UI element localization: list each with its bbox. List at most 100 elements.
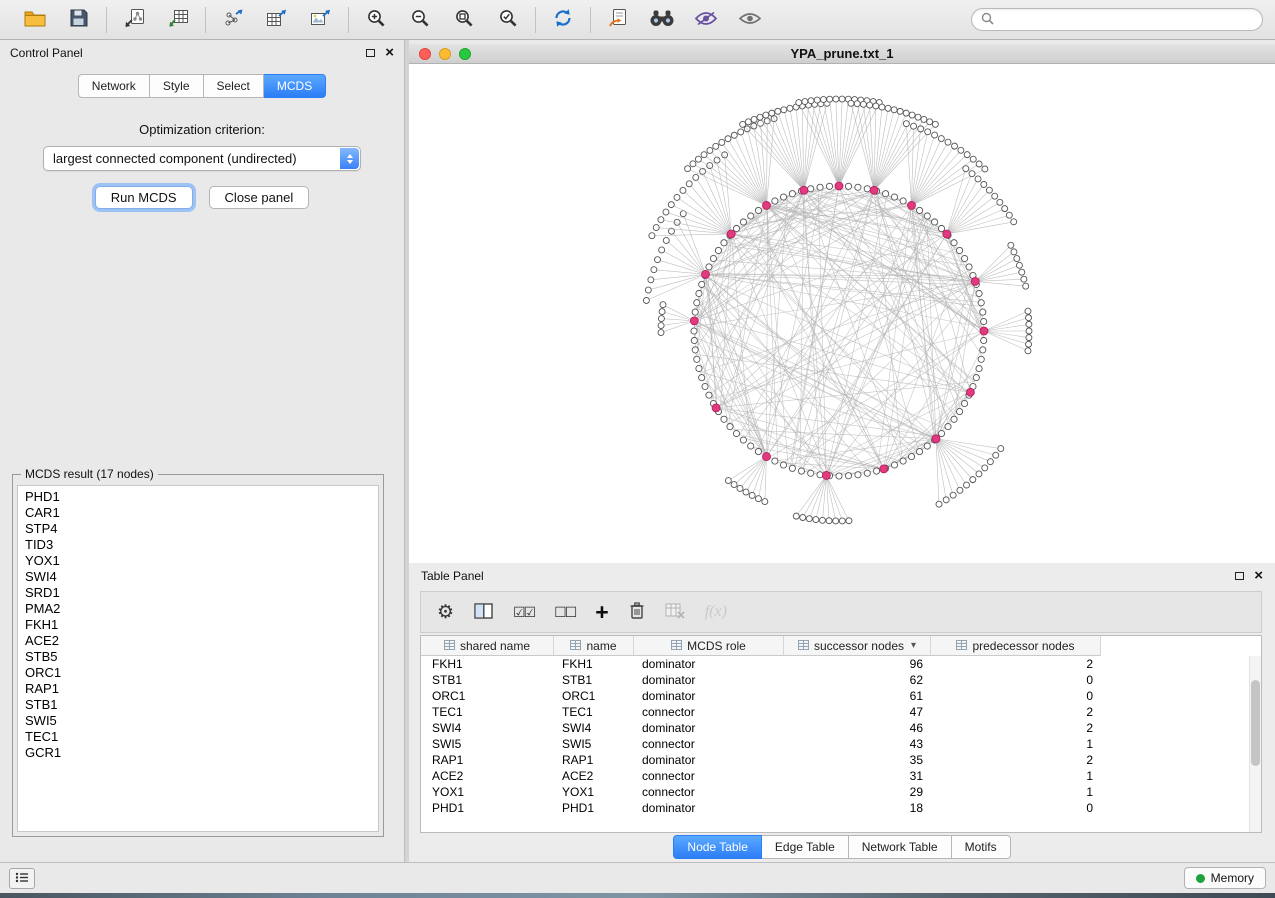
export-image-button[interactable] (306, 5, 336, 35)
table-cell[interactable]: dominator (634, 673, 784, 687)
window-close-icon[interactable] (419, 48, 431, 60)
mcds-result-item[interactable]: STP4 (25, 521, 378, 537)
column-header-mcds-role[interactable]: MCDS role (634, 636, 784, 656)
delete-column-button[interactable] (629, 601, 645, 623)
table-cell[interactable]: 18 (784, 801, 931, 815)
table-cell[interactable]: 96 (784, 657, 931, 671)
close-table-panel-icon[interactable]: × (1254, 571, 1263, 581)
window-zoom-icon[interactable] (459, 48, 471, 60)
show-columns-button[interactable] (474, 603, 493, 622)
table-settings-button[interactable]: ⚙ (437, 603, 454, 622)
mcds-result-item[interactable]: PHD1 (25, 489, 378, 505)
memory-button[interactable]: Memory (1184, 867, 1266, 889)
zoom-selected-button[interactable] (493, 5, 523, 35)
column-header-name[interactable]: name (554, 636, 634, 656)
copy-style-button[interactable] (603, 5, 633, 35)
mcds-result-item[interactable]: GCR1 (25, 745, 378, 761)
show-hide-button[interactable] (735, 5, 765, 35)
search-input[interactable] (1000, 13, 1253, 27)
table-cell[interactable]: FKH1 (554, 657, 634, 671)
table-row[interactable]: ACE2ACE2connector311 (421, 768, 1249, 784)
table-cell[interactable]: ORC1 (421, 689, 554, 703)
float-panel-icon[interactable] (366, 49, 375, 57)
table-cell[interactable]: connector (634, 785, 784, 799)
table-cell[interactable]: TEC1 (421, 705, 554, 719)
global-search[interactable] (971, 8, 1263, 31)
tab-edge-table[interactable]: Edge Table (762, 835, 849, 859)
mcds-result-item[interactable]: ORC1 (25, 665, 378, 681)
table-cell[interactable]: RAP1 (421, 753, 554, 767)
mcds-result-item[interactable]: PMA2 (25, 601, 378, 617)
column-header-shared-name[interactable]: shared name (421, 636, 554, 656)
table-cell[interactable]: STB1 (421, 673, 554, 687)
mcds-result-list[interactable]: PHD1CAR1STP4TID3YOX1SWI4SRD1PMA2FKH1ACE2… (17, 485, 379, 832)
table-cell[interactable]: FKH1 (421, 657, 554, 671)
table-scrollbar[interactable] (1249, 656, 1261, 832)
table-cell[interactable]: dominator (634, 801, 784, 815)
tab-network[interactable]: Network (78, 74, 150, 98)
mcds-result-item[interactable]: STB5 (25, 649, 378, 665)
tab-style[interactable]: Style (150, 74, 204, 98)
tab-select[interactable]: Select (204, 74, 264, 98)
close-panel-button[interactable]: Close panel (209, 186, 310, 209)
table-cell[interactable]: SWI4 (554, 721, 634, 735)
import-table-button[interactable] (163, 5, 193, 35)
mcds-result-item[interactable]: RAP1 (25, 681, 378, 697)
deselect-all-button[interactable]: ☐☐ (554, 604, 575, 621)
table-cell[interactable]: RAP1 (554, 753, 634, 767)
table-cell[interactable]: STB1 (554, 673, 634, 687)
table-row[interactable]: STB1STB1dominator620 (421, 672, 1249, 688)
table-row[interactable]: RAP1RAP1dominator352 (421, 752, 1249, 768)
mcds-result-item[interactable]: TEC1 (25, 729, 378, 745)
mcds-result-item[interactable]: ACE2 (25, 633, 378, 649)
show-panels-button[interactable] (9, 868, 35, 889)
table-cell[interactable]: dominator (634, 689, 784, 703)
table-cell[interactable]: dominator (634, 657, 784, 671)
column-header-successor-nodes[interactable]: successor nodes ▾ (784, 636, 931, 656)
table-cell[interactable]: 43 (784, 737, 931, 751)
add-column-button[interactable]: + (595, 602, 608, 622)
zoom-fit-button[interactable] (449, 5, 479, 35)
table-cell[interactable]: ACE2 (554, 769, 634, 783)
mcds-result-item[interactable]: FKH1 (25, 617, 378, 633)
zoom-in-button[interactable] (361, 5, 391, 35)
tab-node-table[interactable]: Node Table (673, 835, 762, 859)
table-cell[interactable]: 2 (931, 753, 1101, 767)
export-network-button[interactable] (218, 5, 248, 35)
window-minimize-icon[interactable] (439, 48, 451, 60)
table-cell[interactable]: connector (634, 737, 784, 751)
refresh-button[interactable] (548, 5, 578, 35)
mcds-result-item[interactable]: SRD1 (25, 585, 378, 601)
float-table-panel-icon[interactable] (1235, 572, 1244, 580)
tab-mcds[interactable]: MCDS (264, 74, 326, 98)
save-session-button[interactable] (64, 5, 94, 35)
table-row[interactable]: SWI4SWI4dominator462 (421, 720, 1249, 736)
column-header-predecessor-nodes[interactable]: predecessor nodes (931, 636, 1101, 656)
table-scrollbar-thumb[interactable] (1251, 680, 1260, 766)
table-cell[interactable]: 2 (931, 721, 1101, 735)
mcds-result-item[interactable]: STB1 (25, 697, 378, 713)
table-cell[interactable]: 0 (931, 801, 1101, 815)
mcds-result-item[interactable]: TID3 (25, 537, 378, 553)
table-cell[interactable]: ORC1 (554, 689, 634, 703)
table-cell[interactable]: 47 (784, 705, 931, 719)
table-cell[interactable]: 1 (931, 769, 1101, 783)
table-cell[interactable]: 46 (784, 721, 931, 735)
mcds-result-item[interactable]: SWI5 (25, 713, 378, 729)
criterion-select[interactable]: largest connected component (undirected) (43, 146, 361, 171)
network-graph[interactable] (409, 64, 1275, 563)
table-cell[interactable]: 61 (784, 689, 931, 703)
table-cell[interactable]: 2 (931, 657, 1101, 671)
tab-motifs[interactable]: Motifs (952, 835, 1011, 859)
table-cell[interactable]: PHD1 (554, 801, 634, 815)
run-mcds-button[interactable]: Run MCDS (95, 186, 193, 209)
table-cell[interactable]: 62 (784, 673, 931, 687)
export-table-button[interactable] (262, 5, 292, 35)
mcds-result-item[interactable]: SWI4 (25, 569, 378, 585)
tab-network-table[interactable]: Network Table (849, 835, 952, 859)
table-row[interactable]: ORC1ORC1dominator610 (421, 688, 1249, 704)
import-network-button[interactable] (119, 5, 149, 35)
mcds-result-item[interactable]: CAR1 (25, 505, 378, 521)
mcds-result-item[interactable]: YOX1 (25, 553, 378, 569)
table-cell[interactable]: SWI5 (421, 737, 554, 751)
